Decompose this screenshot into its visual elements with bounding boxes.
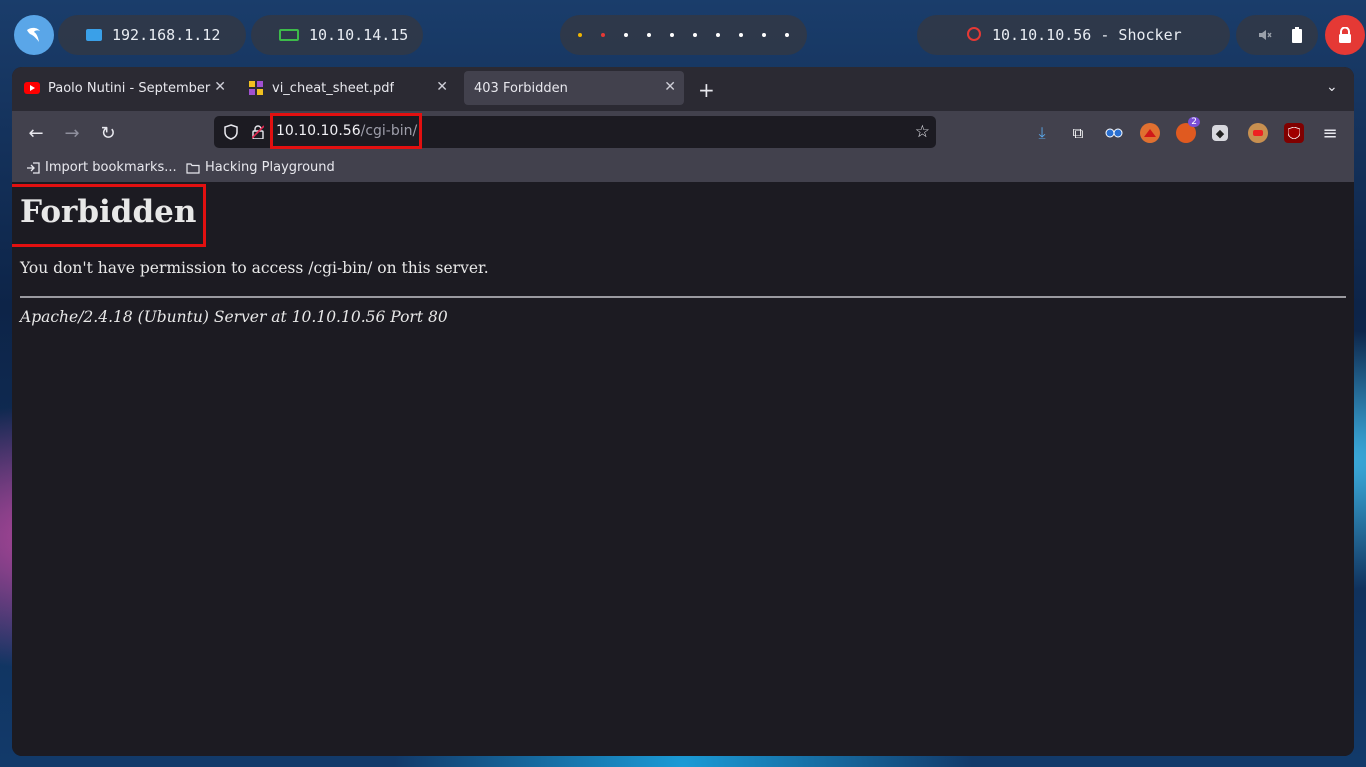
new-tab-icon[interactable]: + [698,78,715,102]
tab-youtube[interactable]: Paolo Nutini - September 2 ✕ [14,71,230,105]
workspace-dot[interactable] [669,33,674,37]
ublock-icon[interactable] [1284,123,1304,143]
shield-icon[interactable] [224,124,238,140]
kali-menu-button[interactable] [14,15,54,55]
close-tab-icon[interactable]: ✕ [436,79,448,95]
kali-dragon-icon [27,27,40,42]
url-bar[interactable]: 10.10.10.56/cgi-bin/ ☆ [214,113,936,149]
muted-speaker-icon[interactable] [1258,28,1272,42]
crosshair-icon [967,27,981,41]
youtube-icon [24,80,40,96]
tab-pdf[interactable]: vi_cheat_sheet.pdf ✕ [238,71,456,105]
workspace-dot[interactable] [762,33,767,37]
tab-title: Paolo Nutini - September 2 [48,80,214,96]
bookmark-import[interactable]: Import bookmarks... [26,160,177,175]
pdf-icon [248,80,264,96]
insecure-lock-icon[interactable] [252,125,264,139]
vpn-ip-text: 10.10.14.15 [309,26,409,44]
url-text[interactable]: 10.10.10.56/cgi-bin/ [276,123,417,139]
workspace-dot[interactable] [600,33,605,37]
close-tab-icon[interactable]: ✕ [214,79,226,95]
foxyproxy-icon[interactable]: 2 [1176,117,1200,143]
import-icon [27,161,40,174]
chevron-down-icon[interactable]: ⌄ [1326,79,1338,95]
browser-window: Paolo Nutini - September 2 ✕ vi_cheat_sh… [12,67,1354,756]
tab-strip: Paolo Nutini - September 2 ✕ vi_cheat_sh… [12,67,1354,111]
santa-icon[interactable] [1140,123,1160,143]
error-message: You don't have permission to access /cgi… [20,259,489,277]
folder-icon [186,162,200,174]
tab-forbidden[interactable]: 403 Forbidden ✕ [464,71,684,105]
navigation-toolbar: ← → ↻ 10.10.10.56/cgi-bin/ ☆ ⤓ ⧉ 2 ◆ ≡ [12,111,1354,155]
url-host: 10.10.10.56 [276,123,361,139]
workspace-switcher[interactable] [560,15,807,55]
bookmarks-toolbar: Import bookmarks... Hacking Playground [12,155,1354,182]
target-text: 10.10.10.56 - Shocker [992,26,1182,44]
target-pill[interactable]: 10.10.10.56 - Shocker [917,15,1230,55]
workspace-dot[interactable] [693,33,698,37]
extensions-icon[interactable]: ⧉ [1068,123,1088,143]
bookmark-label: Import bookmarks... [45,160,177,175]
workspace-dot[interactable] [739,33,744,37]
laptop-icon [279,29,299,41]
host-ip-pill[interactable]: 192.168.1.12 [58,15,246,55]
desktop-top-bar: 192.168.1.12 10.10.14.15 10.10.10.56 - S… [0,0,1366,70]
host-ip-text: 192.168.1.12 [112,26,221,44]
reload-icon[interactable]: ↻ [96,121,120,145]
system-tray [1236,15,1318,55]
hamburger-menu-icon[interactable]: ≡ [1318,121,1342,145]
server-signature: Apache/2.4.18 (Ubuntu) Server at 10.10.1… [20,308,448,326]
wappalyzer-icon[interactable]: ◆ [1212,125,1228,141]
bookmark-label: Hacking Playground [205,160,335,175]
bookmark-folder-hacking-playground[interactable]: Hacking Playground [186,160,335,175]
back-arrow-icon[interactable]: ← [24,121,48,145]
foxyproxy-badge: 2 [1188,117,1200,127]
divider [20,296,1346,298]
cookie-icon[interactable] [1248,123,1268,143]
workspace-dot[interactable] [577,33,582,37]
page-heading: Forbidden [20,194,197,230]
tab-title: vi_cheat_sheet.pdf [272,80,395,96]
battery-icon[interactable] [1292,27,1302,43]
vpn-ip-pill[interactable]: 10.10.14.15 [251,15,423,55]
padlock-icon [1339,27,1351,43]
workspace-dot[interactable] [785,33,790,37]
lock-screen-button[interactable] [1325,15,1365,55]
tab-title: 403 Forbidden [474,80,568,96]
workspace-dot[interactable] [646,33,651,37]
workspace-dot[interactable] [716,33,721,37]
close-tab-icon[interactable]: ✕ [664,79,676,95]
network-icon [86,29,102,41]
forward-arrow-icon[interactable]: → [60,121,84,145]
spy-glasses-icon[interactable] [1104,123,1124,143]
workspace-dot[interactable] [623,33,628,37]
download-icon[interactable]: ⤓ [1032,123,1052,143]
url-path: /cgi-bin/ [360,123,418,139]
page-content: Forbidden You don't have permission to a… [12,182,1354,756]
bookmark-star-icon[interactable]: ☆ [915,122,930,142]
